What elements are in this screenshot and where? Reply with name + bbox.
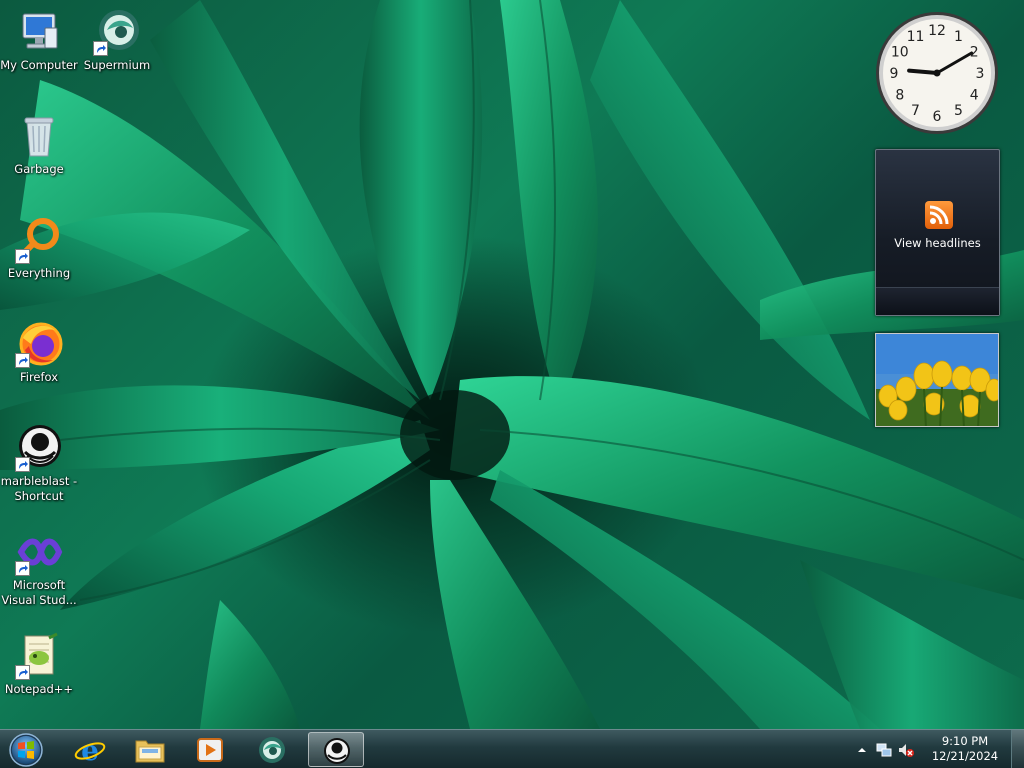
clock-numeral: 11 — [907, 29, 925, 45]
firefox-icon — [15, 320, 63, 368]
desktop-icon-label: Notepad++ — [4, 682, 74, 696]
view-headlines-link[interactable]: View headlines — [876, 236, 999, 250]
desktop-icon-firefox[interactable]: Firefox — [0, 320, 78, 385]
desktop-icon-label: Firefox — [19, 370, 59, 384]
desktop-icon-label: Microsoft Visual Stud... — [1, 578, 77, 607]
clock-numeral: 1 — [954, 29, 963, 45]
feed-headlines-gadget[interactable]: View headlines — [875, 149, 1000, 316]
network-icon[interactable] — [876, 742, 892, 758]
clock-numeral: 9 — [890, 66, 899, 82]
taskbar-time: 9:10 PM — [941, 734, 989, 748]
visual-studio-icon — [15, 528, 63, 576]
notepadplusplus-icon — [15, 632, 63, 680]
slideshow-gadget[interactable] — [875, 333, 999, 427]
taskbar-date: 12/21/2024 — [931, 749, 999, 763]
shortcut-arrow-icon — [15, 665, 30, 680]
desktop-icon-label: marbleblast - Shortcut — [0, 474, 78, 503]
clock-numeral: 7 — [911, 103, 920, 119]
desktop-icon-visual-studio[interactable]: Microsoft Visual Stud... — [0, 528, 78, 608]
desktop-icon-notepadplusplus[interactable]: Notepad++ — [0, 632, 78, 697]
taskbar-marbleblast[interactable] — [308, 732, 364, 767]
everything-icon — [15, 216, 63, 264]
clock-gadget[interactable]: 12 1 2 3 4 5 6 7 8 9 10 11 — [874, 10, 1000, 136]
desktop-icon-label: My Computer — [0, 58, 78, 72]
shortcut-arrow-icon — [15, 353, 30, 368]
desktop-icon-my-computer[interactable]: My Computer — [0, 8, 78, 73]
desktop-icon-supermium[interactable]: Supermium — [78, 8, 156, 73]
taskbar-media-player[interactable] — [182, 732, 238, 767]
taskbar: e 9:10 PM 12/21/2024 — [0, 729, 1024, 768]
desktop-icon-label: Everything — [7, 266, 71, 280]
taskbar-internet-explorer[interactable]: e — [62, 732, 118, 767]
svg-text:e: e — [81, 735, 99, 765]
show-desktop-button[interactable] — [1011, 730, 1024, 768]
desktop-icon-garbage[interactable]: Garbage — [0, 112, 78, 177]
clock-numeral: 10 — [891, 45, 909, 61]
chevron-up-icon[interactable] — [854, 742, 870, 758]
file-explorer-icon — [135, 740, 165, 763]
taskbar-clock[interactable]: 9:10 PM 12/21/2024 — [926, 734, 1004, 764]
feed-gadget-toolbar — [876, 287, 999, 315]
desktop-icon-label: Garbage — [14, 162, 64, 176]
windows-orb-icon — [9, 733, 43, 767]
clock-numeral: 3 — [976, 66, 985, 82]
clock-numeral: 8 — [895, 88, 904, 104]
shortcut-arrow-icon — [15, 249, 30, 264]
tulips-photo — [876, 334, 998, 426]
computer-icon — [15, 8, 63, 56]
desktop-icon-label: Supermium — [83, 58, 151, 72]
start-button[interactable] — [5, 732, 47, 768]
system-tray: 9:10 PM 12/21/2024 — [854, 730, 1024, 768]
clock-numeral: 6 — [933, 109, 942, 125]
shortcut-arrow-icon — [93, 41, 108, 56]
marbleblast-icon — [15, 424, 63, 472]
desktop-icon-everything[interactable]: Everything — [0, 216, 78, 281]
rss-icon — [925, 201, 953, 229]
shortcut-arrow-icon — [15, 457, 30, 472]
supermium-icon — [93, 8, 141, 56]
recycle-bin-icon — [15, 112, 63, 160]
desktop-wallpaper — [0, 0, 1024, 729]
clock-numeral: 4 — [970, 88, 979, 104]
desktop-icon-marbleblast[interactable]: marbleblast - Shortcut — [0, 424, 78, 504]
shortcut-arrow-icon — [15, 561, 30, 576]
supermium-icon — [259, 737, 285, 763]
marbleblast-icon — [324, 738, 350, 764]
taskbar-file-explorer[interactable] — [122, 732, 178, 767]
taskbar-supermium[interactable] — [244, 732, 300, 767]
internet-explorer-icon: e — [74, 735, 106, 765]
clock-hour-hand — [907, 68, 939, 75]
media-player-icon — [197, 738, 223, 762]
clock-numeral: 5 — [954, 103, 963, 119]
clock-numeral: 12 — [928, 23, 946, 39]
volume-muted-icon[interactable] — [898, 742, 914, 758]
